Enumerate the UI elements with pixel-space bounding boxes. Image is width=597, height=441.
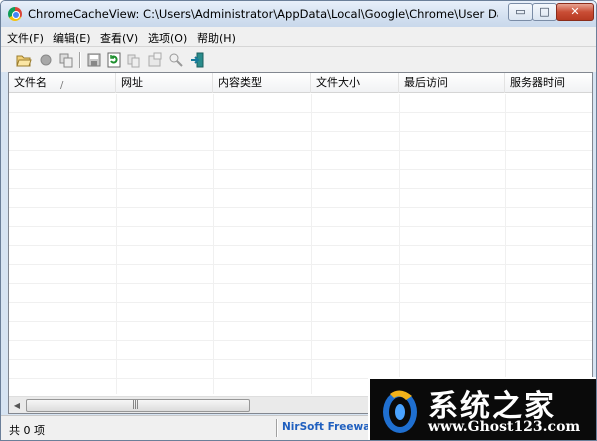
grid-column-line bbox=[311, 94, 312, 394]
save-icon bbox=[87, 53, 101, 67]
menu-edit[interactable]: 编辑(E) bbox=[53, 30, 91, 46]
column-header-label: 文件名 bbox=[14, 76, 47, 89]
scrollbar-thumb[interactable]: ||| bbox=[26, 399, 250, 412]
column-header-url[interactable]: 网址 bbox=[116, 73, 213, 93]
column-header-row: 文件名 / 网址 内容类型 文件大小 最后访问 服务器时间 bbox=[9, 73, 592, 93]
exit-icon bbox=[191, 52, 204, 68]
toolbar bbox=[1, 46, 596, 72]
refresh-icon bbox=[107, 52, 121, 68]
menu-options[interactable]: 选项(O) bbox=[148, 30, 187, 46]
grid-column-line bbox=[505, 94, 506, 394]
column-header-label: 网址 bbox=[121, 76, 143, 89]
grip-icon: ||| bbox=[132, 400, 139, 410]
scroll-left-button[interactable]: ◀ bbox=[10, 399, 24, 412]
chevron-left-icon: ◀ bbox=[13, 401, 21, 410]
toolbar-separator bbox=[79, 52, 81, 68]
find-icon bbox=[169, 53, 183, 67]
close-button[interactable]: ✕ bbox=[556, 3, 594, 21]
close-icon: ✕ bbox=[570, 5, 580, 18]
maximize-button[interactable]: □ bbox=[532, 3, 557, 21]
copy-button[interactable] bbox=[125, 51, 143, 69]
column-header-file-size[interactable]: 文件大小 bbox=[311, 73, 399, 93]
grid-column-line bbox=[116, 94, 117, 394]
column-header-filename[interactable]: 文件名 / bbox=[9, 73, 116, 93]
menu-view[interactable]: 查看(V) bbox=[100, 30, 138, 46]
column-header-server-time[interactable]: 服务器时间 bbox=[505, 73, 592, 93]
app-window: ChromeCacheView: C:\Users\Administrator\… bbox=[0, 0, 597, 441]
grid-column-line bbox=[213, 94, 214, 394]
stop-icon bbox=[40, 54, 52, 66]
refresh-button[interactable] bbox=[105, 51, 123, 69]
copy-icon bbox=[127, 54, 140, 68]
cache-list-view[interactable]: 文件名 / 网址 内容类型 文件大小 最后访问 服务器时间 ◀ ||| ▶ bbox=[8, 72, 593, 414]
title-bar[interactable]: ChromeCacheView: C:\Users\Administrator\… bbox=[1, 1, 596, 27]
status-divider bbox=[276, 419, 278, 437]
watermark-overlay: 系统之家 www.Ghost123.com bbox=[368, 377, 596, 440]
properties-icon bbox=[148, 52, 162, 67]
column-header-content-type[interactable]: 内容类型 bbox=[213, 73, 311, 93]
exit-button[interactable] bbox=[188, 51, 206, 69]
menu-bar: 文件(F) 编辑(E) 查看(V) 选项(O) 帮助(H) bbox=[1, 27, 596, 46]
column-header-label: 最后访问 bbox=[404, 76, 448, 89]
copy-files-icon bbox=[59, 53, 73, 68]
open-folder-button[interactable] bbox=[15, 51, 33, 69]
column-header-label: 服务器时间 bbox=[510, 76, 565, 89]
open-folder-icon bbox=[16, 55, 32, 67]
watermark-url: www.Ghost123.com bbox=[428, 419, 581, 435]
sort-indicator-icon: / bbox=[60, 80, 64, 91]
ghost-logo-icon bbox=[383, 390, 417, 433]
minimize-icon: ▭ bbox=[515, 5, 526, 18]
save-button[interactable] bbox=[85, 51, 103, 69]
chrome-app-icon bbox=[8, 7, 22, 21]
maximize-icon: □ bbox=[539, 5, 550, 18]
window-title: ChromeCacheView: C:\Users\Administrator\… bbox=[28, 7, 498, 21]
properties-button[interactable] bbox=[146, 51, 164, 69]
column-header-label: 文件大小 bbox=[316, 76, 360, 89]
column-header-last-accessed[interactable]: 最后访问 bbox=[399, 73, 505, 93]
minimize-button[interactable]: ▭ bbox=[508, 3, 533, 21]
item-count: 共 0 项 bbox=[9, 424, 45, 437]
stop-button[interactable] bbox=[37, 51, 55, 69]
menu-help[interactable]: 帮助(H) bbox=[197, 30, 236, 46]
column-header-label: 内容类型 bbox=[218, 76, 262, 89]
grid-column-line bbox=[399, 94, 400, 394]
menu-file[interactable]: 文件(F) bbox=[7, 30, 44, 46]
find-button[interactable] bbox=[167, 51, 185, 69]
copy-files-button[interactable] bbox=[57, 51, 75, 69]
